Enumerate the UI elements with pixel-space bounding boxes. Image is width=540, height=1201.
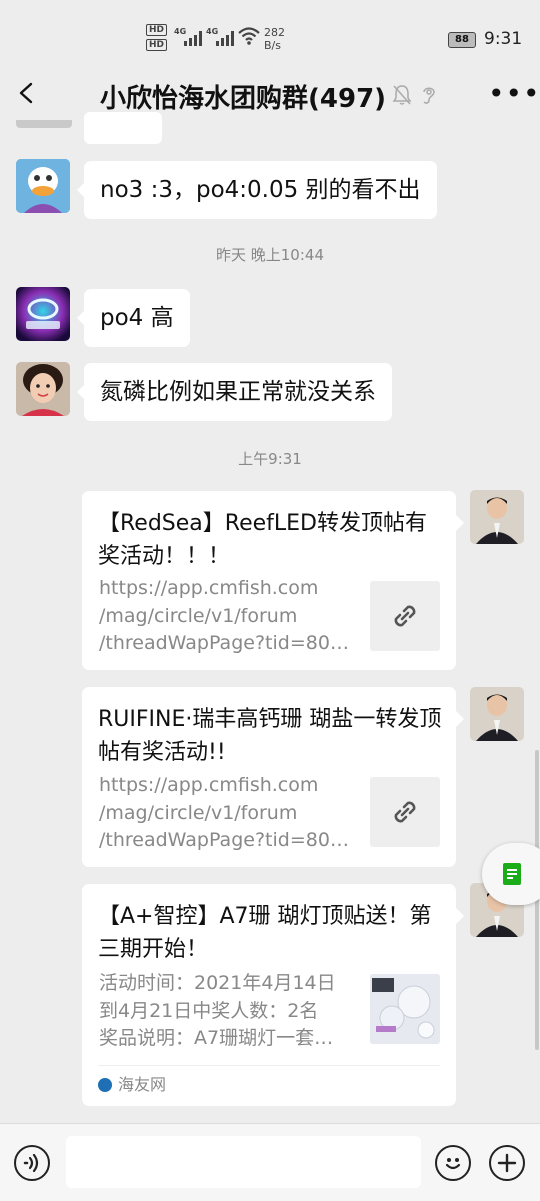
input-bar — [0, 1123, 540, 1201]
link-card[interactable]: 【RedSea】ReefLED转发顶帖有奖活动！！！ https://app.c… — [82, 491, 464, 670]
avatar[interactable] — [16, 287, 70, 341]
message-bubble: 氮磷比例如果正常就没关系 — [77, 363, 392, 421]
card-url: https://app.cmfish.com /mag/circle/v1/fo… — [99, 772, 359, 855]
hd-badge: HD — [146, 39, 168, 51]
plus-sign-icon — [497, 1153, 517, 1173]
card-title: RUIFINE·瑞丰高钙珊 瑚盐一转发顶帖有奖活动!! — [98, 707, 442, 765]
note-icon — [503, 863, 521, 885]
link-card[interactable]: RUIFINE·瑞丰高钙珊 瑚盐一转发顶帖有奖活动!! https://app.… — [82, 687, 464, 867]
card-url-line: /mag/circle/v1/forum — [99, 604, 298, 627]
my-avatar[interactable] — [470, 490, 524, 544]
back-arrow-icon[interactable] — [16, 82, 38, 104]
avatar[interactable] — [16, 120, 72, 128]
card-url: https://app.cmfish.com /mag/circle/v1/fo… — [99, 575, 359, 658]
message-text: po4 高 — [100, 305, 174, 331]
card-title: 【RedSea】ReefLED转发顶帖有奖活动！！！ — [98, 511, 427, 569]
timestamp: 上午9:31 — [238, 450, 302, 468]
card-description: 活动时间：2021年4月14日 到4月21日中奖人数：2名 奖品说明：A7珊瑚灯… — [99, 970, 359, 1053]
voice-icon[interactable] — [14, 1145, 50, 1181]
message-input[interactable] — [66, 1136, 421, 1188]
card-source-label: 海友网 — [118, 1075, 167, 1094]
link-icon — [394, 801, 416, 823]
link-icon — [394, 605, 416, 627]
floating-note-button[interactable] — [482, 843, 540, 905]
message-text: 氮磷比例如果正常就没关系 — [100, 379, 376, 405]
haiyou-logo-icon — [98, 1078, 112, 1092]
message-bubble: po4 高 — [77, 289, 190, 347]
card-url-line: https://app.cmfish.com — [99, 577, 319, 599]
message-text: no3 :3，po4:0.05 别的看不出 — [100, 177, 421, 203]
chat-header: 小欣怡海水团购群(497) ••• — [0, 62, 540, 126]
avatar[interactable] — [16, 159, 70, 213]
status-bar: HD HD 4G 4G 282 B/s 88 9:31 — [0, 0, 540, 62]
card-description-line: 奖品说明：A7珊瑚灯一套… — [99, 1027, 334, 1049]
card-url-line: /threadWapPage?tid=803… — [99, 829, 359, 851]
card-url-line: https://app.cmfish.com — [99, 774, 319, 796]
network-hd-badges: HD HD — [146, 24, 168, 54]
link-thumbnail — [370, 581, 440, 651]
signal-icon — [184, 28, 202, 46]
message-bubble: no3 :3，po4:0.05 别的看不出 — [77, 161, 437, 219]
card-url-line: /threadWapPage?tid=800… — [99, 632, 359, 654]
link-thumbnail — [370, 777, 440, 847]
smile-face-icon — [445, 1158, 461, 1170]
more-icon[interactable]: ••• — [488, 80, 540, 108]
duck-avatar-icon — [16, 159, 70, 213]
earpiece-icon — [423, 87, 435, 104]
hd-badge: HD — [146, 24, 168, 36]
card-url-line: /mag/circle/v1/forum — [99, 801, 298, 824]
card-thumbnail — [370, 974, 440, 1044]
my-avatar[interactable] — [470, 687, 524, 741]
aquarium-logo-avatar-icon — [16, 287, 70, 341]
plus-icon[interactable] — [489, 1145, 525, 1181]
child-avatar-icon — [16, 362, 70, 416]
network-speed: 282 B/s — [264, 26, 285, 52]
card-title: 【A+智控】A7珊 瑚灯顶贴送！第三期开始！ — [98, 904, 432, 962]
avatar[interactable] — [16, 362, 70, 416]
card-description-line: 到4月21日中奖人数：2名 — [99, 999, 319, 1022]
mute-bell-icon — [392, 85, 412, 105]
speed-value: 282 — [264, 26, 285, 39]
chat-title: 小欣怡海水团购群(497) — [100, 84, 387, 114]
speed-unit: B/s — [264, 39, 281, 52]
timestamp: 昨天 晚上10:44 — [216, 246, 324, 264]
man-avatar-icon — [470, 490, 524, 544]
card-description-line: 活动时间：2021年4月14日 — [99, 972, 336, 994]
signal-icon — [216, 28, 234, 46]
card-source: 海友网 — [98, 1065, 440, 1106]
emoji-icon[interactable] — [435, 1145, 471, 1181]
wifi-icon — [238, 27, 260, 45]
product-image — [370, 974, 440, 1044]
link-card[interactable]: 【A+智控】A7珊 瑚灯顶贴送！第三期开始！ 活动时间：2021年4月14日 到… — [82, 884, 464, 1106]
man-avatar-icon — [470, 687, 524, 741]
message-bubble — [84, 112, 162, 144]
voice-waves-icon — [23, 1154, 39, 1172]
battery-icon: 88 — [448, 32, 476, 48]
clock: 9:31 — [484, 29, 523, 49]
